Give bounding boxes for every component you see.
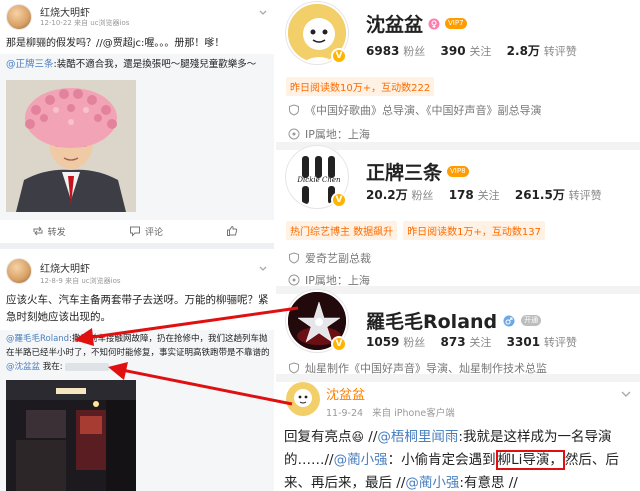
- post1-time: 12-10-22: [40, 19, 72, 27]
- laughing-emoji-icon: 😆: [351, 430, 365, 444]
- repost-icon: [33, 226, 43, 236]
- avatar[interactable]: [6, 4, 32, 30]
- blurred-text: [65, 362, 110, 371]
- follow-label: 关注: [469, 45, 492, 58]
- vip-open-badge[interactable]: 开通: [521, 315, 542, 326]
- profile2-name-row: 正牌三条 VIP8: [366, 158, 469, 185]
- post2-source: 来自 uc浏览器ios: [65, 277, 121, 285]
- post-source: 来自 iPhone客户端: [372, 408, 455, 419]
- verified-shield-icon: [289, 104, 299, 116]
- avatar-signature: Dickie Chen: [297, 176, 341, 184]
- follow-label: 关注: [477, 189, 500, 202]
- chevron-down-icon[interactable]: [258, 8, 268, 18]
- post-body: 回复有亮点😆 //@梧桐里闻雨:我就是这样成为一名导演的……//@蔺小强：小偷肯…: [284, 429, 619, 491]
- avatar[interactable]: [6, 258, 32, 284]
- likes-label: 转评赞: [543, 336, 577, 349]
- repost-photo[interactable]: [6, 80, 136, 212]
- thumbs-up-icon: [227, 225, 238, 236]
- vip-badge: VIP7: [445, 18, 467, 29]
- follow-count[interactable]: 873: [441, 335, 466, 349]
- post1-actions: 转发 评论: [0, 222, 274, 240]
- chevron-down-icon[interactable]: [620, 388, 632, 400]
- profile3-stats: 1059 粉丝 873 关注 3301 转评赞: [366, 334, 577, 350]
- post1-nickname[interactable]: 红烧大明虾: [40, 4, 90, 19]
- post2-meta: 12-8-9 来自 uc浏览器ios: [40, 276, 121, 286]
- verified-badge-icon: V: [331, 192, 347, 208]
- comment-icon: [129, 226, 140, 237]
- post2-time: 12-8-9: [40, 277, 63, 285]
- post1-source: 来自 uc浏览器ios: [74, 19, 130, 27]
- cartoon-avatar-image: [286, 382, 320, 416]
- follow-label: 关注: [469, 336, 492, 349]
- verified-shield-icon: [289, 252, 299, 264]
- post-avatar[interactable]: [286, 382, 320, 416]
- fans-count[interactable]: 6983: [366, 44, 399, 58]
- gender-female-icon: [428, 18, 440, 29]
- repost-button[interactable]: 转发: [32, 225, 66, 238]
- post2-text: 应该火车、汽车主备两套带子去送呀。万能的柳骊呢？紧急时刻她应该出现的。: [6, 294, 269, 323]
- mention-link[interactable]: @沈盆盆: [6, 362, 40, 372]
- fans-label: 粉丝: [403, 45, 426, 58]
- fans-count[interactable]: 20.2万: [366, 188, 408, 202]
- follow-count[interactable]: 178: [449, 188, 474, 202]
- profile3-name-row: 羅毛毛Roland 开通: [366, 307, 542, 334]
- read-stats-tag[interactable]: 昨日阅读数10万+，互动数222: [286, 77, 435, 96]
- profile2-stats: 20.2万 粉丝 178 关注 261.5万 转评赞: [366, 186, 602, 203]
- profile2-tags: 热门综艺博主 数据飙升 昨日阅读数1万+，互动数137: [286, 221, 546, 240]
- location-icon: [288, 274, 300, 286]
- feed-separator: [0, 243, 274, 249]
- post-nickname[interactable]: 沈盆盆: [326, 384, 365, 403]
- portrait-image: [6, 80, 136, 212]
- mention-link[interactable]: @蔺小强: [405, 475, 459, 491]
- profile2-name[interactable]: 正牌三条: [366, 158, 442, 185]
- mention-link[interactable]: @梧桐里闻雨: [377, 429, 458, 445]
- verified-shield-icon: [289, 362, 299, 374]
- vip-badge: VIP8: [447, 166, 469, 177]
- post2-nickname[interactable]: 红烧大明虾: [40, 260, 90, 275]
- read-stats-tag[interactable]: 昨日阅读数1万+，互动数137: [403, 221, 546, 240]
- profile3-name[interactable]: 羅毛毛Roland: [366, 307, 497, 334]
- profile1-stats: 6983 粉丝 390 关注 2.8万 转评赞: [366, 42, 577, 59]
- comment-button[interactable]: 评论: [129, 225, 163, 238]
- repost-text: @羅毛毛Roland:撒说前车接触网故障，扔在抢修中，我们这趟列车抛在半路已经半…: [6, 334, 270, 372]
- mention-link[interactable]: @正牌三条: [6, 59, 54, 70]
- right-profile-panel: V 沈盆盆 VIP7 6983 粉丝 390 关注 2.8万 转评赞 昨日阅读数…: [276, 0, 640, 491]
- profile1-name-row: 沈盆盆 VIP7: [366, 10, 467, 37]
- profile2-info1: 爱奇艺副总裁: [288, 250, 371, 266]
- left-feed-panel: 红烧大明虾 12-10-22 来自 uc浏览器ios 那是柳骊的假发吗？//@贾…: [0, 0, 274, 491]
- repost-text: @正牌三条:装酷不適合我，還是換張吧～腿殘兒童歡樂多～: [6, 59, 257, 70]
- highlighted-phrase: 柳Li导演，: [495, 450, 565, 470]
- chevron-down-icon[interactable]: [258, 264, 268, 274]
- verified-badge-icon: V: [331, 336, 347, 352]
- likes-count: 2.8万: [506, 44, 540, 58]
- likes-count: 261.5万: [514, 188, 565, 202]
- mention-link[interactable]: @蔺小强: [334, 452, 388, 468]
- post-meta: 11-9-24 来自 iPhone客户端: [326, 405, 455, 419]
- verified-badge-icon: V: [331, 48, 347, 64]
- train-interior-image: [6, 380, 136, 491]
- hot-blogger-tag[interactable]: 热门综艺博主 数据飙升: [286, 221, 398, 240]
- profile1-info1: 《中国好歌曲》总导演、《中国好声音》副总导演: [288, 102, 542, 118]
- follow-count[interactable]: 390: [441, 44, 466, 58]
- repost-photo[interactable]: [6, 380, 136, 491]
- post1-meta: 12-10-22 来自 uc浏览器ios: [40, 18, 129, 28]
- like-button[interactable]: [226, 225, 242, 237]
- profile1-info2: IP属地：上海: [288, 126, 370, 142]
- post-time: 11-9-24: [326, 408, 364, 419]
- profile-separator: [276, 374, 640, 382]
- post1-text: 那是柳骊的假发吗？//@贾超jc:喔。。。册那！嗲！: [6, 38, 225, 49]
- likes-label: 转评赞: [543, 45, 577, 58]
- fans-count[interactable]: 1059: [366, 335, 399, 349]
- profile1-name[interactable]: 沈盆盆: [366, 10, 423, 37]
- fans-label: 粉丝: [411, 189, 434, 202]
- likes-label: 转评赞: [568, 189, 602, 202]
- fans-label: 粉丝: [403, 336, 426, 349]
- gender-male-icon: [503, 315, 515, 326]
- location-icon: [288, 128, 300, 140]
- likes-count: 3301: [506, 335, 541, 349]
- mention-link[interactable]: @羅毛毛Roland: [6, 334, 69, 344]
